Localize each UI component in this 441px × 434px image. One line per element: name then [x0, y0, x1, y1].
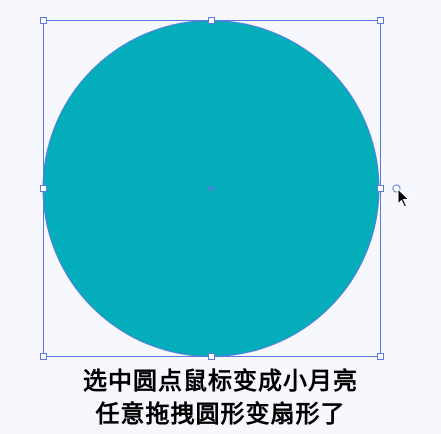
handle-middle-left[interactable] [40, 185, 47, 192]
handle-top-left[interactable] [40, 17, 47, 24]
center-point [208, 186, 214, 191]
caption-line-2: 任意拖拽圆形变扇形了 [95, 400, 346, 428]
handle-middle-right[interactable] [377, 185, 384, 192]
caption-line-1: 选中圆点鼠标变成小月亮 [83, 367, 358, 395]
handle-top-right[interactable] [377, 17, 384, 24]
handle-bottom-left[interactable] [40, 353, 47, 360]
handle-bottom-center[interactable] [208, 353, 215, 360]
rotate-arc-cursor-icon [397, 187, 415, 211]
handle-top-center[interactable] [208, 17, 215, 24]
handle-bottom-right[interactable] [377, 353, 384, 360]
